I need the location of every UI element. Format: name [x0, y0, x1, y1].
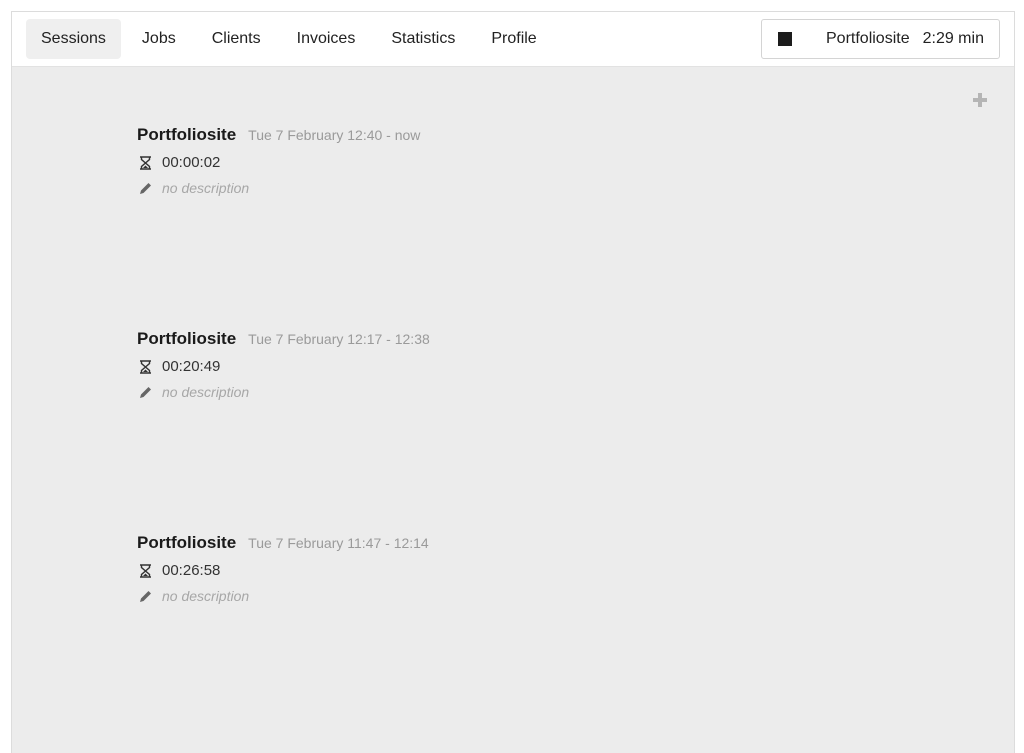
- session-header: Portfoliosite Tue 7 February 12:17 - 12:…: [137, 329, 737, 349]
- timer-elapsed: 2:29 min: [922, 30, 984, 47]
- session-duration: 00:26:58: [137, 562, 737, 579]
- top-navbar: Sessions Jobs Clients Invoices Statistic…: [12, 12, 1014, 67]
- session-description[interactable]: no description: [137, 588, 737, 604]
- running-timer: Portfoliosite 2:29 min: [761, 19, 1000, 59]
- session-duration: 00:00:02: [137, 154, 737, 171]
- description-text: no description: [162, 384, 250, 400]
- session-time: Tue 7 February 12:40 - now: [248, 127, 421, 143]
- session-header: Portfoliosite Tue 7 February 12:40 - now: [137, 125, 737, 145]
- hourglass-icon: [140, 359, 151, 374]
- hourglass-icon: [140, 563, 151, 578]
- session-project[interactable]: Portfoliosite: [137, 125, 236, 145]
- tab-clients[interactable]: Clients: [197, 19, 276, 59]
- pencil-icon: [140, 590, 151, 602]
- app-window: Sessions Jobs Clients Invoices Statistic…: [11, 11, 1015, 753]
- description-text: no description: [162, 588, 250, 604]
- tab-profile[interactable]: Profile: [476, 19, 551, 59]
- tab-statistics[interactable]: Statistics: [376, 19, 470, 59]
- session-entry: Portfoliosite Tue 7 February 11:47 - 12:…: [137, 533, 737, 604]
- pencil-icon: [140, 386, 151, 398]
- session-entry: Portfoliosite Tue 7 February 12:40 - now…: [137, 125, 737, 196]
- session-time: Tue 7 February 11:47 - 12:14: [248, 535, 429, 551]
- pencil-icon: [140, 182, 151, 194]
- timer-project[interactable]: Portfoliosite: [826, 30, 910, 48]
- tab-invoices[interactable]: Invoices: [282, 19, 371, 59]
- duration-value: 00:00:02: [162, 154, 221, 171]
- session-duration: 00:20:49: [137, 358, 737, 375]
- tab-jobs[interactable]: Jobs: [127, 19, 191, 59]
- duration-value: 00:20:49: [162, 358, 221, 375]
- session-project[interactable]: Portfoliosite: [137, 533, 236, 553]
- hourglass-icon: [140, 155, 151, 170]
- session-entry: Portfoliosite Tue 7 February 12:17 - 12:…: [137, 329, 737, 400]
- session-header: Portfoliosite Tue 7 February 11:47 - 12:…: [137, 533, 737, 553]
- nav-tabs: Sessions Jobs Clients Invoices Statistic…: [26, 19, 552, 59]
- session-description[interactable]: no description: [137, 384, 737, 400]
- stop-icon[interactable]: [778, 32, 792, 46]
- plus-icon[interactable]: [972, 92, 988, 108]
- session-project[interactable]: Portfoliosite: [137, 329, 236, 349]
- session-time: Tue 7 February 12:17 - 12:38: [248, 331, 430, 347]
- description-text: no description: [162, 180, 250, 196]
- duration-value: 00:26:58: [162, 562, 221, 579]
- tab-sessions[interactable]: Sessions: [26, 19, 121, 59]
- session-description[interactable]: no description: [137, 180, 737, 196]
